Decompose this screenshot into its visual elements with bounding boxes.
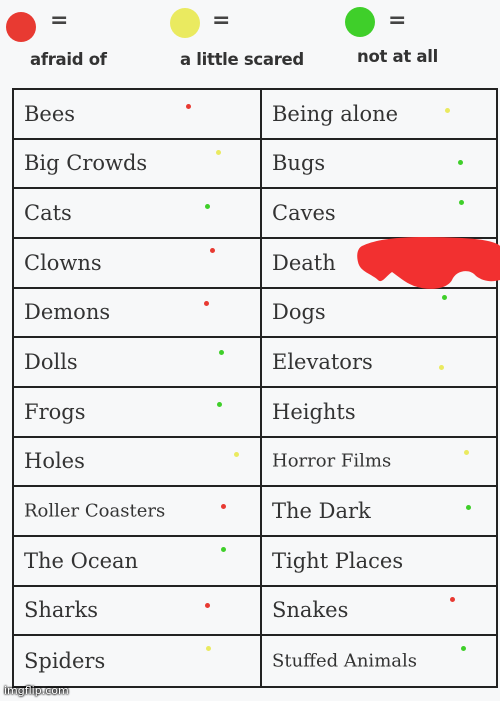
fear-cell-left: Sharks [14, 586, 262, 637]
fear-cell-left: Spiders [14, 636, 262, 686]
fear-cell-left: The Ocean [14, 537, 262, 587]
fear-cell-right: The Dark [262, 487, 496, 537]
legend-label-afraid: afraid of [30, 50, 107, 69]
fear-cell-right: Stuffed Animals [262, 636, 496, 686]
fear-label: Snakes [272, 598, 349, 623]
fear-cell-right: Being alone [262, 90, 496, 140]
fear-label: Death [272, 250, 336, 275]
red-scribble-redaction [357, 236, 500, 289]
rating-dot-none-icon [221, 547, 226, 552]
rating-dot-afraid-icon [450, 596, 455, 602]
rating-dot-little-icon [216, 149, 221, 155]
fear-cell-left: Roller Coasters [14, 487, 262, 537]
fear-label: Big Crowds [24, 151, 148, 176]
fear-label: Stuffed Animals [272, 650, 417, 672]
fear-label: Sharks [24, 598, 98, 623]
fear-cell-left: Dolls [14, 338, 262, 388]
legend: = afraid of = a little scared = not at a… [0, 0, 500, 88]
fear-label: The Ocean [24, 548, 139, 573]
red-dot-icon [6, 12, 36, 42]
fear-cell-left: Clowns [14, 239, 262, 289]
rating-dot-little-icon [439, 365, 444, 371]
fear-cell-left: Cats [14, 189, 262, 239]
fear-cell-right: Horror Films [262, 438, 496, 488]
imgflip-watermark: imgflip.com [4, 684, 69, 697]
fear-cell-left: Bees [14, 90, 262, 140]
rating-dot-little-icon [206, 646, 211, 652]
fear-label: Cats [24, 201, 72, 226]
fear-cell-right: Snakes [262, 587, 496, 637]
fear-label: Dolls [24, 350, 78, 375]
fear-label: Elevators [272, 350, 373, 375]
equals-sign: = [50, 8, 69, 33]
fear-cell-right: Heights [262, 388, 496, 438]
rating-dot-little-icon [445, 108, 450, 113]
fear-label: Heights [272, 399, 356, 424]
legend-label-none: not at all [357, 47, 438, 66]
equals-sign: = [388, 8, 407, 33]
fear-label: Being alone [272, 101, 399, 126]
rating-dot-afraid-icon [221, 504, 226, 510]
fear-label: Dogs [272, 300, 326, 325]
rating-dot-none-icon [461, 646, 466, 652]
fear-label: Bees [24, 101, 76, 126]
fear-cell-left: Frogs [14, 388, 262, 438]
rating-dot-afraid-icon [186, 104, 191, 109]
fear-cell-left: Demons [14, 288, 262, 339]
fear-label: Clowns [24, 250, 102, 275]
fear-cell-right: Elevators [262, 338, 496, 388]
fear-label: Bugs [272, 151, 326, 176]
fear-label: Tight Places [272, 548, 404, 573]
rating-dot-afraid-icon [210, 248, 215, 253]
rating-dot-afraid-icon [204, 300, 209, 306]
fear-label: Demons [24, 300, 111, 325]
fear-label: The Dark [272, 499, 371, 524]
rating-dot-none-icon [205, 204, 210, 210]
fear-cell-right: Tight Places [262, 537, 496, 587]
fear-cell-left: Big Crowds [14, 139, 262, 190]
rating-dot-none-icon [458, 159, 463, 165]
rating-dot-little-icon [464, 449, 469, 455]
green-dot-icon [345, 7, 375, 37]
fear-label: Roller Coasters [24, 500, 166, 522]
rating-dot-none-icon [217, 402, 222, 407]
legend-label-little: a little scared [180, 50, 304, 69]
fear-label: Frogs [24, 399, 86, 424]
rating-dot-none-icon [442, 294, 447, 300]
fear-cell-left: Holes [14, 437, 262, 488]
fear-label: Spiders [24, 649, 106, 674]
fear-cell-right: Dogs [262, 289, 496, 339]
fear-label: Horror Films [272, 450, 392, 472]
yellow-dot-icon [170, 8, 200, 38]
equals-sign: = [212, 8, 231, 33]
rating-dot-none-icon [459, 200, 464, 206]
rating-dot-afraid-icon [205, 602, 210, 608]
fear-label: Holes [24, 449, 85, 474]
fear-cell-right: Bugs [262, 140, 496, 190]
fears-table: Bees Being alone Big Crowds Bugs Cats Caves Cl… [12, 88, 498, 688]
fear-label: Caves [272, 201, 336, 226]
rating-dot-none-icon [219, 350, 224, 356]
rating-dot-none-icon [466, 505, 471, 511]
rating-dot-little-icon [234, 451, 239, 457]
